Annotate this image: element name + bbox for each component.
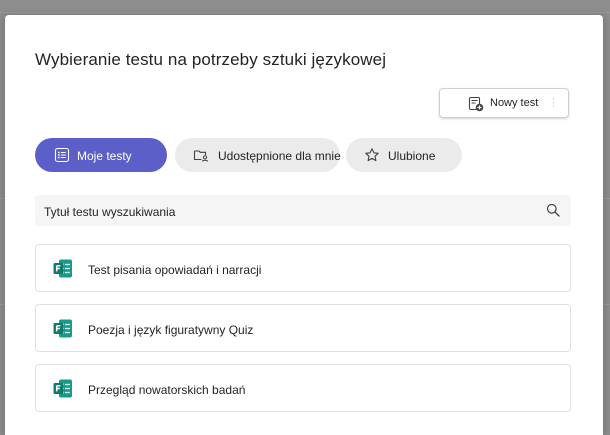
tab-shared-with-me-label: Udostępnione dla mnie	[218, 149, 341, 163]
tab-my-tests[interactable]: Moje testy	[35, 138, 167, 172]
forms-icon	[53, 259, 72, 278]
more-options-icon[interactable]: ⋮	[548, 96, 559, 110]
tab-favorites[interactable]: Ulubione	[346, 138, 462, 172]
tab-my-tests-label: Moje testy	[77, 149, 132, 163]
list-icon	[54, 147, 70, 163]
forms-icon	[53, 319, 72, 338]
list-item-label: Przegląd nowatorskich badań	[88, 383, 246, 397]
search-placeholder: Tytuł testu wyszukiwania	[44, 205, 176, 219]
star-icon	[365, 148, 379, 162]
search-icon[interactable]	[546, 203, 560, 217]
shared-folder-icon	[193, 150, 209, 162]
forms-icon	[53, 379, 72, 398]
select-test-dialog: Wybieranie testu na potrzeby sztuki języ…	[5, 15, 603, 435]
tab-favorites-label: Ulubione	[388, 149, 436, 163]
dialog-title: Wybieranie testu na potrzeby sztuki języ…	[35, 50, 387, 69]
tab-shared-with-me[interactable]: Udostępnione dla mnie	[175, 138, 341, 172]
list-item-label: Poezja i język figuratywny Quiz	[88, 323, 254, 337]
list-item[interactable]: Poezja i język figuratywny Quiz	[35, 304, 571, 352]
new-form-icon	[468, 96, 484, 112]
list-item[interactable]: Test pisania opowiadań i narracji	[35, 244, 571, 292]
search-input[interactable]: Tytuł testu wyszukiwania	[35, 195, 571, 226]
new-test-button[interactable]: Nowy test ⋮	[439, 88, 569, 118]
list-item-label: Test pisania opowiadań i narracji	[88, 263, 262, 277]
list-item[interactable]: Przegląd nowatorskich badań	[35, 364, 571, 412]
new-test-label: Nowy test	[490, 97, 539, 109]
